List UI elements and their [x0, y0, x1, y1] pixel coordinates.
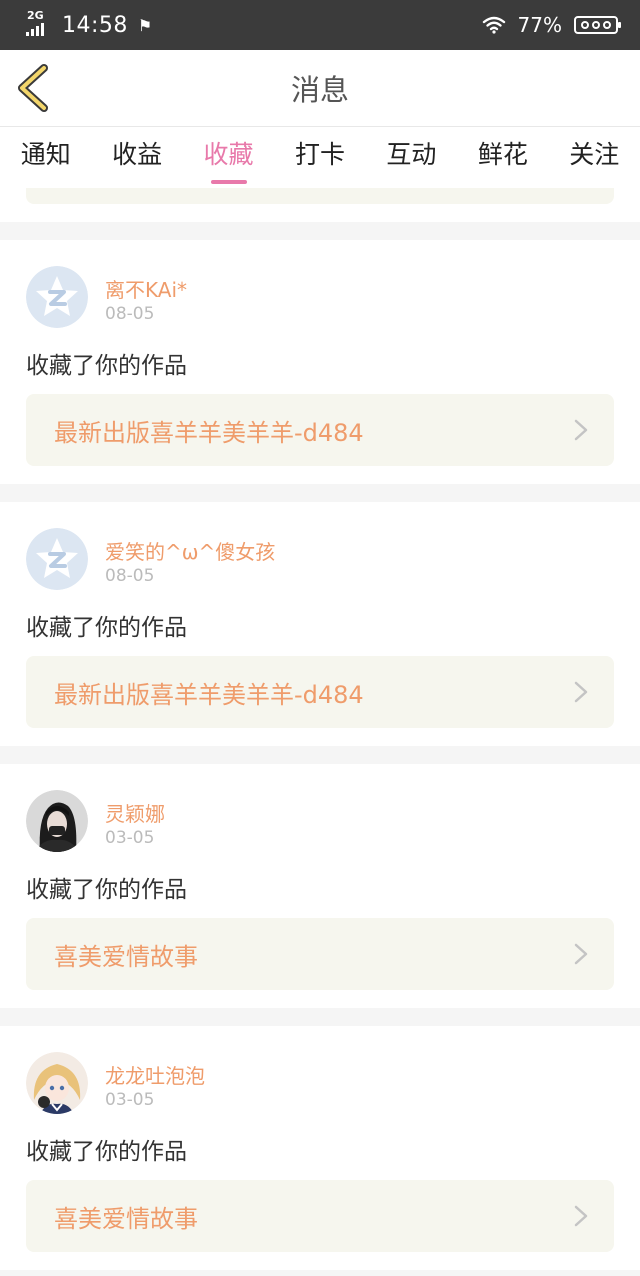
user-name[interactable]: 龙龙吐泡泡 [105, 1060, 205, 1089]
tab-notifications[interactable]: 通知 [0, 128, 91, 188]
partial-card [0, 188, 640, 222]
back-button[interactable] [14, 64, 58, 112]
user-name[interactable]: 爱笑的^ω^傻女孩 [105, 536, 275, 565]
work-link[interactable]: 最新出版喜羊羊美羊羊-d484 [26, 656, 614, 728]
notification-date: 03-05 [105, 1090, 155, 1110]
work-link[interactable]: 喜美爱情故事 [26, 918, 614, 990]
tab-favorites[interactable]: 收藏 [183, 128, 274, 188]
action-text: 收藏了你的作品 [26, 1139, 187, 1165]
status-bar: 2G 14:58 ⚑ 77% [0, 0, 640, 50]
divider [0, 1008, 640, 1026]
work-link[interactable]: 最新出版喜羊羊美羊羊-d484 [26, 394, 614, 466]
tab-bar: 通知 收益 收藏 打卡 互动 鲜花 关注 [0, 128, 640, 188]
chevron-right-icon [574, 1205, 588, 1227]
status-left: 2G 14:58 ⚑ [26, 10, 152, 40]
navigation-bar: 消息 [0, 50, 640, 127]
work-link[interactable]: 喜美爱情故事 [26, 1180, 614, 1252]
chevron-right-icon [574, 681, 588, 703]
battery-percent: 77% [517, 13, 562, 37]
notification-app-icon: ⚑ [137, 15, 153, 35]
divider [0, 1270, 640, 1276]
tab-interactions[interactable]: 互动 [366, 128, 457, 188]
divider [0, 484, 640, 502]
notification-card: 离不KAi* 08-05 收藏了你的作品 最新出版喜羊羊美羊羊-d484 [0, 240, 640, 484]
work-title: 喜美爱情故事 [54, 942, 198, 971]
action-text: 收藏了你的作品 [26, 877, 187, 903]
divider [0, 746, 640, 764]
page-title: 消息 [290, 73, 349, 107]
notification-card: 灵颖娜 03-05 收藏了你的作品 喜美爱情故事 [0, 764, 640, 1008]
anime-girl-avatar-icon [26, 1052, 88, 1114]
tab-earnings[interactable]: 收益 [91, 128, 182, 188]
divider [0, 222, 640, 240]
notification-card: 爱笑的^ω^傻女孩 08-05 收藏了你的作品 最新出版喜羊羊美羊羊-d484 [0, 502, 640, 746]
user-name[interactable]: 灵颖娜 [105, 798, 165, 827]
chevron-right-icon [574, 419, 588, 441]
action-text: 收藏了你的作品 [26, 353, 187, 379]
user-name[interactable]: 离不KAi* [105, 274, 187, 303]
notification-date: 08-05 [105, 304, 155, 324]
notification-date: 08-05 [105, 566, 155, 586]
notification-date: 03-05 [105, 828, 155, 848]
work-title: 最新出版喜羊羊美羊羊-d484 [54, 680, 364, 709]
chevron-right-icon [574, 943, 588, 965]
avatar[interactable] [26, 1052, 88, 1114]
notification-card: 龙龙吐泡泡 03-05 收藏了你的作品 喜美爱情故事 [0, 1026, 640, 1270]
signal-icon: 2G [26, 10, 52, 40]
clock: 14:58 [62, 12, 128, 38]
wifi-icon [482, 16, 505, 34]
tab-flowers[interactable]: 鲜花 [457, 128, 548, 188]
qq-default-avatar-icon [26, 528, 88, 590]
network-type: 2G [27, 9, 44, 22]
avatar[interactable] [26, 790, 88, 852]
tab-follows[interactable]: 关注 [549, 128, 640, 188]
chevron-left-icon [18, 64, 48, 112]
avatar[interactable] [26, 528, 88, 590]
action-text: 收藏了你的作品 [26, 615, 187, 641]
tab-checkin[interactable]: 打卡 [274, 128, 365, 188]
avatar[interactable] [26, 266, 88, 328]
qq-default-avatar-icon [26, 266, 88, 328]
notification-feed: 离不KAi* 08-05 收藏了你的作品 最新出版喜羊羊美羊羊-d484 爱笑的… [0, 188, 640, 1276]
dark-hair-user-avatar-icon [26, 790, 88, 852]
work-title: 喜美爱情故事 [54, 1204, 198, 1233]
work-title: 最新出版喜羊羊美羊羊-d484 [54, 418, 364, 447]
battery-icon [574, 16, 621, 34]
partial-work-box[interactable] [26, 188, 614, 204]
status-right: 77% [482, 13, 621, 37]
